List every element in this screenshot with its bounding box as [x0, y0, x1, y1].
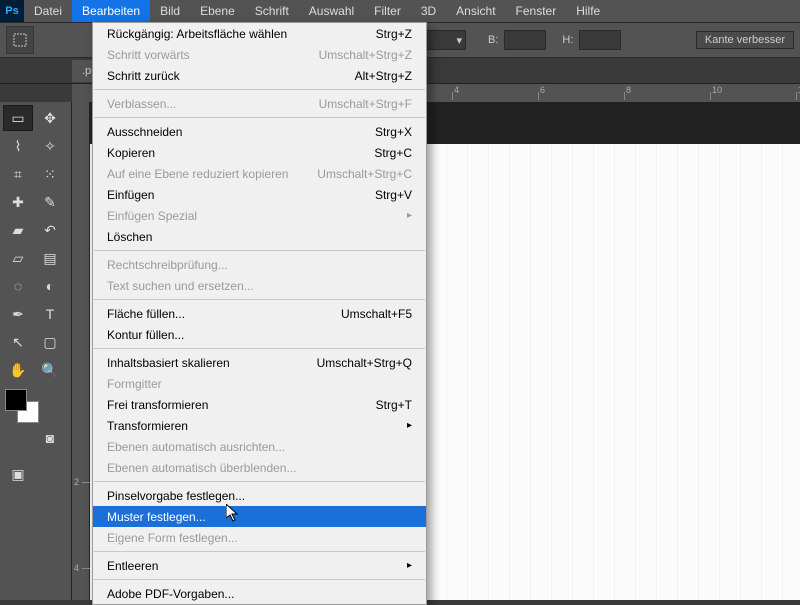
menu-separator	[94, 89, 425, 90]
menu-separator	[94, 117, 425, 118]
menu-item-schritt-zur-ck[interactable]: Schritt zurückAlt+Strg+Z	[93, 65, 426, 86]
stamp-tool[interactable]: ▰	[3, 217, 33, 243]
menu-separator	[94, 551, 425, 552]
menu-item-auf-eine-ebene-reduziert-kopieren: Auf eine Ebene reduziert kopierenUmschal…	[93, 163, 426, 184]
crop-tool[interactable]: ⌗	[3, 161, 33, 187]
menu-item-einf-gen-spezial: Einfügen Spezial▸	[93, 205, 426, 226]
menu-item-kopieren[interactable]: KopierenStrg+C	[93, 142, 426, 163]
menu-separator	[94, 348, 425, 349]
zoom-tool[interactable]: 🔍	[35, 357, 65, 383]
menu-item-muster-festlegen[interactable]: Muster festlegen...	[93, 506, 426, 527]
submenu-arrow-icon: ▸	[407, 420, 412, 431]
brush-tool[interactable]: ✎	[35, 189, 65, 215]
screenmode-tool[interactable]: ▣	[3, 461, 33, 487]
menu-item-inhaltsbasiert-skalieren[interactable]: Inhaltsbasiert skalierenUmschalt+Strg+Q	[93, 352, 426, 373]
menu-separator	[94, 481, 425, 482]
menu-auswahl[interactable]: Auswahl	[299, 0, 364, 22]
menu-separator	[94, 250, 425, 251]
menu-hilfe[interactable]: Hilfe	[566, 0, 610, 22]
menu-item-ausschneiden[interactable]: AusschneidenStrg+X	[93, 121, 426, 142]
width-label: B:	[488, 34, 498, 46]
tool-preset-icon[interactable]	[6, 26, 34, 54]
pen-tool[interactable]: ✒	[3, 301, 33, 327]
menu-item-entleeren[interactable]: Entleeren▸	[93, 555, 426, 576]
ruler-vertical: 24	[72, 102, 90, 600]
menu-separator	[94, 299, 425, 300]
edit-menu-dropdown: Rückgängig: Arbeitsfläche wählenStrg+ZSc…	[92, 22, 427, 605]
dodge-tool[interactable]: ◐	[35, 273, 65, 299]
menu-ebene[interactable]: Ebene	[190, 0, 245, 22]
menu-datei[interactable]: Datei	[24, 0, 72, 22]
height-label: H:	[562, 34, 573, 46]
foreground-color[interactable]	[5, 389, 27, 411]
menu-item-kontur-f-llen[interactable]: Kontur füllen...	[93, 324, 426, 345]
menu-item-pinselvorgabe-festlegen[interactable]: Pinselvorgabe festlegen...	[93, 485, 426, 506]
menu-item-l-schen[interactable]: Löschen	[93, 226, 426, 247]
menu-ansicht[interactable]: Ansicht	[446, 0, 505, 22]
menu-item-formgitter: Formgitter	[93, 373, 426, 394]
menu-item-ebenen-automatisch-berblenden: Ebenen automatisch überblenden...	[93, 457, 426, 478]
menu-item-r-ckg-ngig-arbeitsfl-che-w-hlen[interactable]: Rückgängig: Arbeitsfläche wählenStrg+Z	[93, 23, 426, 44]
path-tool[interactable]: ↖	[3, 329, 33, 355]
type-tool[interactable]: T	[35, 301, 65, 327]
menu-item-text-suchen-und-ersetzen: Text suchen und ersetzen...	[93, 275, 426, 296]
blur-tool[interactable]: ◌	[3, 273, 33, 299]
menu-item-einf-gen[interactable]: EinfügenStrg+V	[93, 184, 426, 205]
hand-tool[interactable]: ✋	[3, 357, 33, 383]
shape-tool[interactable]: ▢	[35, 329, 65, 355]
menu-item-schritt-vorw-rts: Schritt vorwärtsUmschalt+Strg+Z	[93, 44, 426, 65]
gradient-tool[interactable]: ▤	[35, 245, 65, 271]
width-input[interactable]	[504, 30, 546, 50]
menu-bild[interactable]: Bild	[150, 0, 190, 22]
quickmask-tool[interactable]: ◙	[35, 425, 65, 451]
submenu-arrow-icon: ▸	[407, 560, 412, 571]
menu-schrift[interactable]: Schrift	[245, 0, 299, 22]
heal-tool[interactable]: ✚	[3, 189, 33, 215]
wand-tool[interactable]: ✧	[35, 133, 65, 159]
color-swatches[interactable]	[5, 389, 39, 423]
app-logo: Ps	[0, 0, 24, 22]
menu-3d[interactable]: 3D	[411, 0, 446, 22]
move-tool[interactable]: ✥	[35, 105, 65, 131]
menu-item-eigene-form-festlegen: Eigene Form festlegen...	[93, 527, 426, 548]
tool-panel: ▭✥⌇✧⌗⁙✚✎▰↶▱▤◌◐✒T↖▢✋🔍 ◙▣	[0, 102, 72, 600]
menu-item-verblassen: Verblassen...Umschalt+Strg+F	[93, 93, 426, 114]
menu-bearbeiten[interactable]: Bearbeiten	[72, 0, 150, 22]
menu-item-adobe-pdf-vorgaben[interactable]: Adobe PDF-Vorgaben...	[93, 583, 426, 604]
menu-item-rechtschreibpr-fung: Rechtschreibprüfung...	[93, 254, 426, 275]
menu-separator	[94, 579, 425, 580]
lasso-tool[interactable]: ⌇	[3, 133, 33, 159]
height-input[interactable]	[579, 30, 621, 50]
submenu-arrow-icon: ▸	[407, 210, 412, 221]
history-tool[interactable]: ↶	[35, 217, 65, 243]
menubar: Ps DateiBearbeitenBildEbeneSchriftAuswah…	[0, 0, 800, 22]
marquee-tool[interactable]: ▭	[3, 105, 33, 131]
refine-edge-button[interactable]: Kante verbesser	[696, 31, 794, 49]
menu-item-ebenen-automatisch-ausrichten: Ebenen automatisch ausrichten...	[93, 436, 426, 457]
eraser-tool[interactable]: ▱	[3, 245, 33, 271]
menu-item-fl-che-f-llen[interactable]: Fläche füllen...Umschalt+F5	[93, 303, 426, 324]
menu-fenster[interactable]: Fenster	[506, 0, 567, 22]
eyedropper-tool[interactable]: ⁙	[35, 161, 65, 187]
menu-item-transformieren[interactable]: Transformieren▸	[93, 415, 426, 436]
menu-item-frei-transformieren[interactable]: Frei transformierenStrg+T	[93, 394, 426, 415]
menu-filter[interactable]: Filter	[364, 0, 411, 22]
